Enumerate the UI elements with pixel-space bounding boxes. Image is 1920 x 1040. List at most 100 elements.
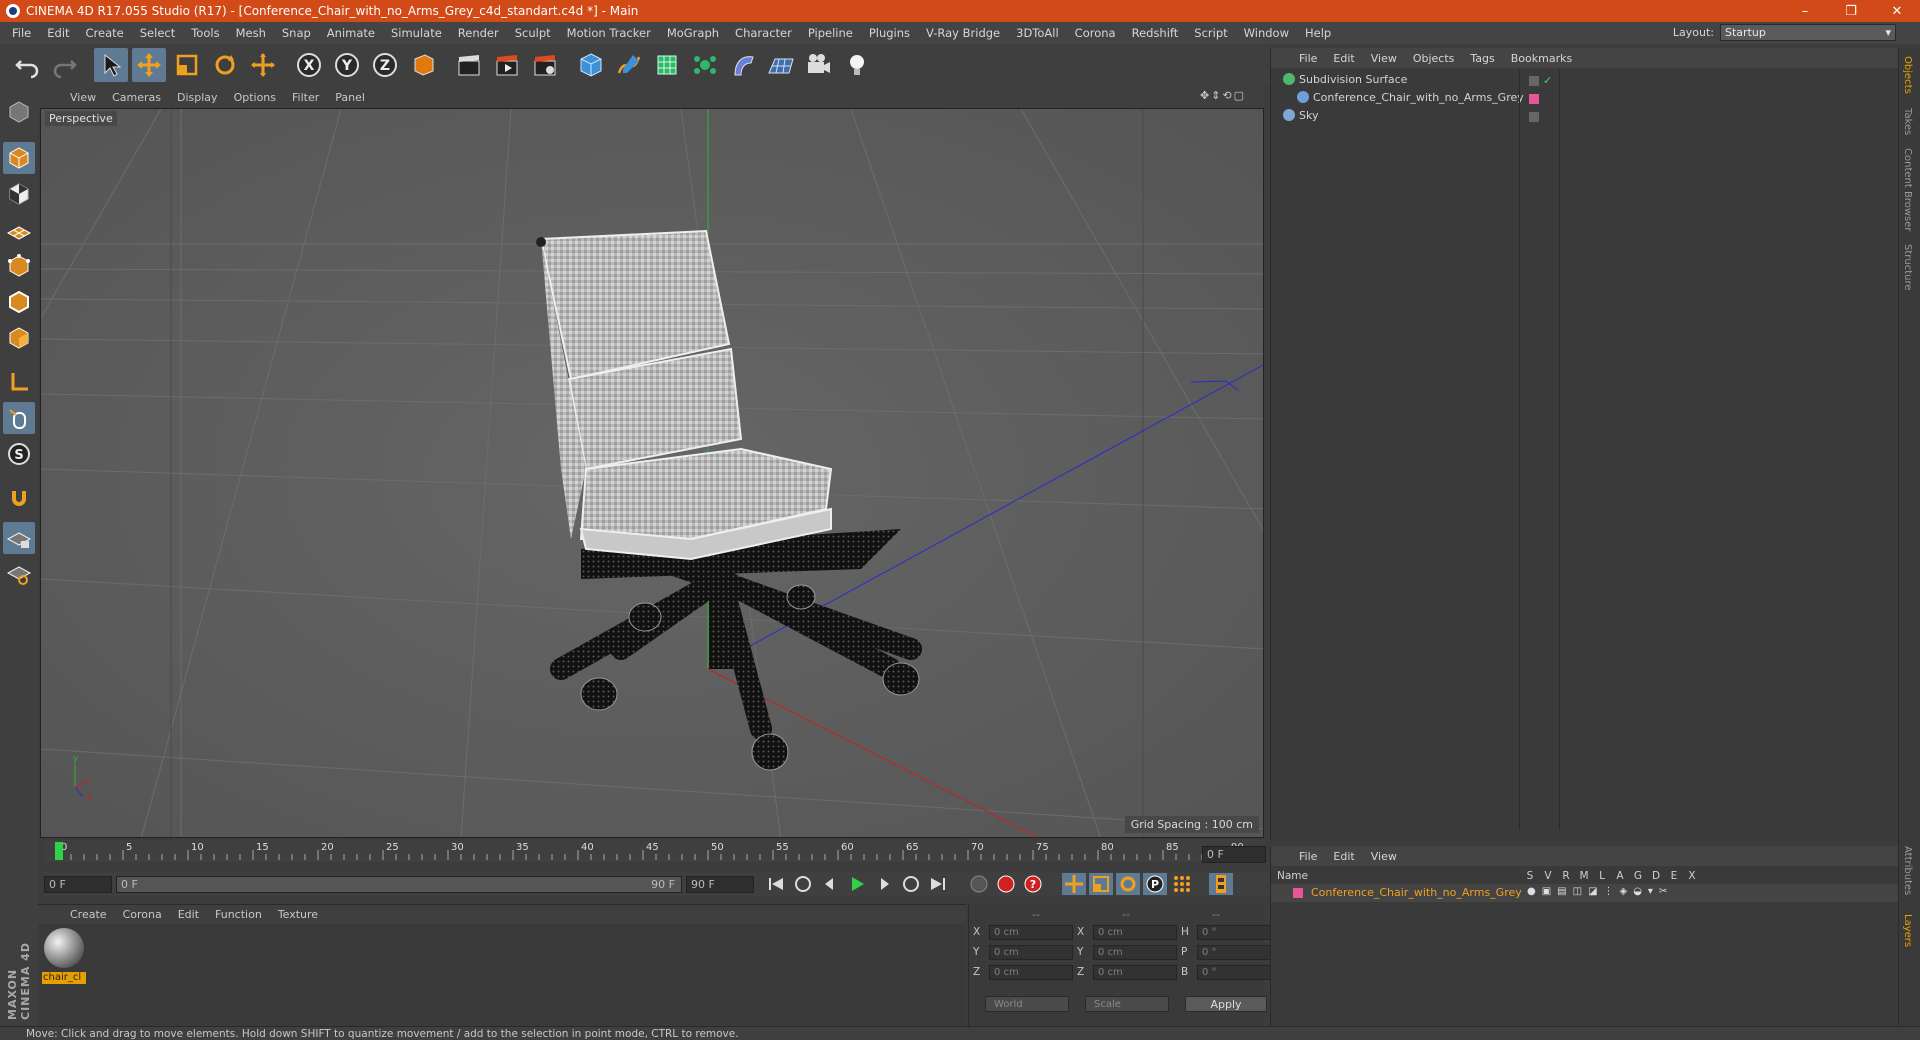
key-parameter-button[interactable]: P (1143, 873, 1167, 895)
timeline-window-button[interactable] (1209, 873, 1233, 895)
keyframe-selection-button[interactable] (967, 873, 991, 895)
make-editable-button[interactable] (3, 96, 35, 128)
object-row[interactable]: Conference_Chair_with_no_Arms_Grey (1275, 88, 1895, 106)
model-mode-button[interactable] (3, 142, 35, 174)
scale-dropdown[interactable]: Scale (1085, 996, 1169, 1012)
apply-button[interactable]: Apply (1185, 996, 1267, 1012)
next-frame-button[interactable] (872, 873, 896, 895)
menu-script[interactable]: Script (1186, 26, 1235, 40)
viewport-menu-display[interactable]: Display (169, 91, 226, 104)
layer-col-m[interactable]: M (1575, 870, 1593, 882)
render-view-button[interactable] (452, 48, 486, 82)
autokey-button[interactable]: ? (1021, 873, 1045, 895)
x-axis-lock-button[interactable]: X (292, 48, 326, 82)
object-menu-objects[interactable]: Objects (1405, 52, 1463, 65)
menu-render[interactable]: Render (450, 26, 507, 40)
coord-value-field[interactable]: 0 cm (989, 964, 1073, 980)
menu-character[interactable]: Character (727, 26, 800, 40)
render-picture-viewer-button[interactable] (490, 48, 524, 82)
menu-animate[interactable]: Animate (319, 26, 383, 40)
layer-col-d[interactable]: D (1647, 870, 1665, 882)
layer-col-r[interactable]: R (1557, 870, 1575, 882)
menu-select[interactable]: Select (132, 26, 183, 40)
menu-file[interactable]: File (4, 26, 39, 40)
close-button[interactable]: ✕ (1874, 0, 1920, 22)
axis-mode-button[interactable] (3, 366, 35, 398)
magnet-button[interactable] (3, 482, 35, 514)
render-settings-button[interactable] (528, 48, 562, 82)
coord-value-field[interactable]: 0 cm (989, 924, 1073, 940)
menu-edit[interactable]: Edit (39, 26, 77, 40)
subdivision-surface-button[interactable] (650, 48, 684, 82)
menu-corona[interactable]: Corona (1067, 26, 1124, 40)
menu-tools[interactable]: Tools (183, 26, 227, 40)
layer-col-g[interactable]: G (1629, 870, 1647, 882)
object-menu-tags[interactable]: Tags (1462, 52, 1502, 65)
end-frame-field[interactable]: 90 F (686, 875, 754, 893)
key-position-button[interactable] (1062, 873, 1086, 895)
coord-value-field[interactable]: 0 ° (1197, 944, 1281, 960)
coord-value-field[interactable]: 0 cm (1093, 944, 1177, 960)
layer-name[interactable]: Conference_Chair_with_no_Arms_Grey (1311, 886, 1522, 899)
y-axis-lock-button[interactable]: Y (330, 48, 364, 82)
layer-col-a[interactable]: A (1611, 870, 1629, 882)
material-menu-edit[interactable]: Edit (170, 908, 207, 921)
current-frame-field[interactable]: 0 F (1202, 846, 1266, 863)
timeline-ruler[interactable]: 051015202530354045505560657075808590 (44, 840, 1266, 862)
z-axis-lock-button[interactable]: Z (368, 48, 402, 82)
menu-plugins[interactable]: Plugins (861, 26, 918, 40)
menu-mograph[interactable]: MoGraph (659, 26, 727, 40)
start-frame-field[interactable]: 0 F (44, 875, 112, 893)
viewport-nav-icons[interactable]: ✥⇕⟲▢ (1200, 89, 1246, 102)
layer-toggle-icons[interactable]: ●▣▤◫◪⋮◈◒▾✂ (1527, 886, 1673, 897)
key-rotation-button[interactable] (1116, 873, 1140, 895)
perspective-viewport[interactable]: y x Perspective Grid Spacing : 100 cm (40, 108, 1264, 838)
viewport-menu-filter[interactable]: Filter (284, 91, 327, 104)
material-name-label[interactable]: chair_cl (42, 972, 86, 984)
object-row[interactable]: Subdivision Surface (1275, 70, 1895, 88)
layer-menu-edit[interactable]: Edit (1325, 850, 1362, 863)
viewport-menu-view[interactable]: View (62, 91, 104, 104)
playhead[interactable] (55, 842, 63, 860)
coord-value-field[interactable]: 0 ° (1197, 924, 1281, 940)
scale-tool-button[interactable] (170, 48, 204, 82)
floor-button[interactable] (764, 48, 798, 82)
material-menu-create[interactable]: Create (62, 908, 115, 921)
minimize-button[interactable]: – (1782, 0, 1828, 22)
move-tool-button[interactable] (132, 48, 166, 82)
material-tag-icon[interactable] (1529, 94, 1539, 104)
planar-workplane-button[interactable] (3, 558, 35, 590)
cloner-button[interactable] (688, 48, 722, 82)
rotate-tool-button[interactable] (208, 48, 242, 82)
viewport-camera-label[interactable]: Perspective (45, 111, 117, 126)
tab-attributes[interactable]: Attributes (1902, 846, 1913, 895)
menu-v-ray-bridge[interactable]: V-Ray Bridge (918, 26, 1008, 40)
object-menu-file[interactable]: File (1291, 52, 1325, 65)
light-button[interactable] (840, 48, 874, 82)
undo-button[interactable] (10, 48, 44, 82)
restore-button[interactable]: ❐ (1828, 0, 1874, 22)
coord-value-field[interactable]: 0 ° (1197, 964, 1281, 980)
prev-key-button[interactable] (791, 873, 815, 895)
coord-value-field[interactable]: 0 cm (1093, 924, 1177, 940)
tab-content-browser[interactable]: Content Browser (1902, 148, 1913, 231)
menu-redshift[interactable]: Redshift (1124, 26, 1187, 40)
enabled-check-icon[interactable]: ✓ (1543, 74, 1552, 87)
key-pla-button[interactable] (1170, 873, 1194, 895)
material-preview-sphere[interactable] (42, 926, 86, 970)
points-mode-button[interactable] (3, 250, 35, 282)
menu-3dtoall[interactable]: 3DToAll (1008, 26, 1067, 40)
menu-motion-tracker[interactable]: Motion Tracker (559, 26, 659, 40)
sky-editor-toggle[interactable] (1529, 112, 1539, 122)
layer-col-l[interactable]: L (1593, 870, 1611, 882)
material-menu-corona[interactable]: Corona (115, 908, 170, 921)
object-name[interactable]: Conference_Chair_with_no_Arms_Grey (1313, 91, 1524, 104)
viewport-menu-options[interactable]: Options (226, 91, 284, 104)
workplane-mode-button[interactable] (3, 214, 35, 246)
prev-frame-button[interactable] (818, 873, 842, 895)
tweak-mode-button[interactable] (3, 402, 35, 434)
world-dropdown[interactable]: World (985, 996, 1069, 1012)
object-name[interactable]: Sky (1299, 109, 1318, 122)
texture-mode-button[interactable] (3, 178, 35, 210)
play-button[interactable] (845, 873, 869, 895)
